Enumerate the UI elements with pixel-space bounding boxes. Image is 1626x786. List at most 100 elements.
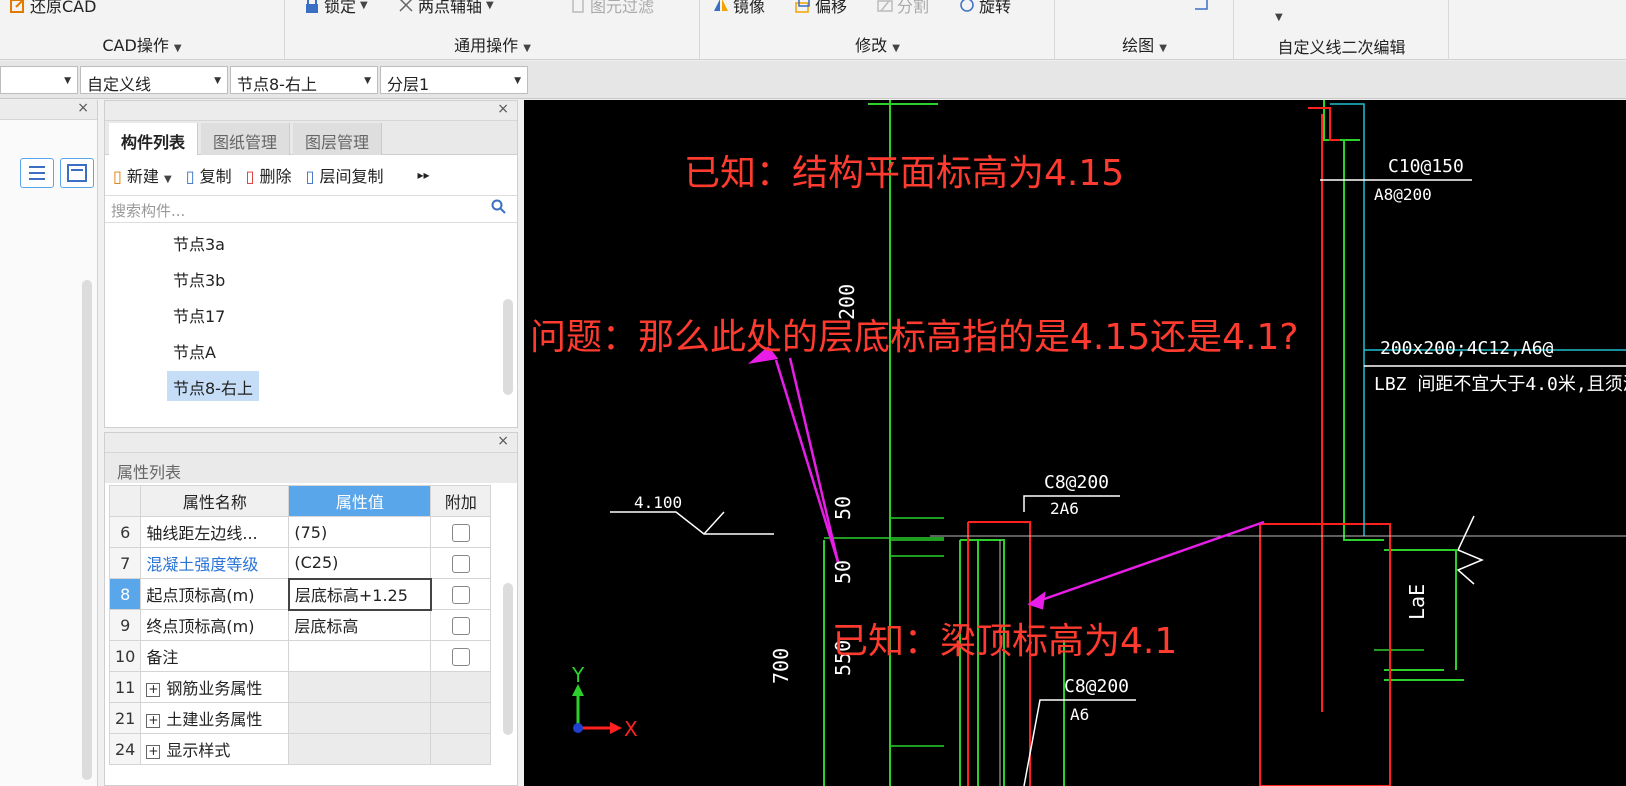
layer-selector[interactable]: 分层1 ▼ (380, 66, 528, 94)
row-value[interactable]: 层底标高 (288, 609, 432, 641)
draw-shape-button[interactable] (1194, 0, 1210, 16)
close-icon[interactable]: × (497, 433, 509, 449)
floor-copy-button[interactable]: ▯ 层间复制 (306, 163, 384, 187)
list-item-selected[interactable]: 节点8-右上 (167, 371, 259, 401)
row-value (288, 671, 432, 703)
lae-label: LaE (1405, 584, 1429, 620)
rectangle-icon (1194, 0, 1210, 13)
row-name: 混凝土强度等级 (140, 547, 290, 579)
restore-cad-button[interactable]: 还原CAD (10, 0, 96, 16)
group-title-cad-ops[interactable]: CAD操作 ▼ (0, 32, 284, 56)
extra-checkbox[interactable] (451, 616, 470, 635)
ribbon-group-common-ops: 锁定 ▼ 两点辅轴 ▼ 图元过滤 通用操作 ▼ (286, 0, 700, 60)
list-icon (29, 166, 45, 180)
component-tree-scrollbar[interactable] (503, 299, 513, 395)
mirror-icon (713, 0, 729, 13)
row-num: 21 (108, 702, 142, 734)
row-value[interactable] (288, 640, 432, 672)
extra-checkbox[interactable] (451, 554, 470, 573)
extra-checkbox[interactable] (451, 647, 470, 666)
header-num (108, 485, 142, 517)
detail-view-button[interactable] (60, 158, 94, 188)
lbz-note-label: LBZ 间距不宜大于4.0米,且须满足要求 (1374, 374, 1626, 395)
left-panel-header: × (0, 100, 97, 120)
chevron-down-icon: ▼ (892, 43, 900, 54)
row-extra (430, 609, 492, 641)
tab-drawing-management[interactable]: 图纸管理 (201, 123, 291, 155)
tab-component-list[interactable]: 构件列表 (109, 123, 199, 155)
cad-canvas[interactable]: C10@150 A8@200 200x200;4C12,A6@ LBZ 间距不宜… (524, 100, 1626, 786)
list-item[interactable]: 节点A (167, 335, 222, 365)
extra-checkbox[interactable] (452, 585, 471, 604)
form-icon (67, 164, 87, 182)
group-title-modify[interactable]: 修改 ▼ (701, 32, 1054, 56)
offset-button[interactable]: 偏移 (795, 0, 847, 16)
close-icon[interactable]: × (497, 101, 509, 117)
expand-icon[interactable]: + (146, 682, 161, 697)
row-name: + 钢筋业务属性 (140, 671, 290, 703)
chevron-down-icon: ▼ (1275, 11, 1283, 23)
extra-checkbox[interactable] (451, 523, 470, 542)
group-title-common-ops[interactable]: 通用操作 ▼ (286, 32, 699, 56)
header-value: 属性值 (288, 485, 432, 517)
first-selector[interactable]: ▼ (0, 66, 78, 94)
selector-bar: ▼ 自定义线 ▼ 节点8-右上 ▼ 分层1 ▼ (0, 61, 1626, 99)
stirrup-label: C8@200 (1044, 472, 1109, 493)
rebar-label: C10@150 (1388, 156, 1464, 177)
type-selector[interactable]: 自定义线 ▼ (80, 66, 228, 94)
rotate-button[interactable]: 旋转 (959, 0, 1011, 16)
chevron-down-icon: ▼ (214, 76, 221, 86)
row-value[interactable]: (75) (288, 516, 432, 548)
table-row[interactable]: 6 轴线距左边线... (75) (108, 516, 492, 548)
list-view-button[interactable] (20, 158, 54, 188)
cad-drawing: C10@150 A8@200 200x200;4C12,A6@ LBZ 间距不宜… (571, 100, 1626, 786)
chevron-down-icon: ▼ (164, 174, 172, 185)
component-search[interactable]: 搜索构件... (105, 195, 517, 223)
mirror-label: 镜像 (733, 0, 766, 16)
expand-icon[interactable]: + (146, 744, 161, 759)
axis-icon (398, 0, 414, 13)
list-item[interactable]: 节点3a (167, 227, 231, 257)
axis-y-label: Y (571, 663, 585, 687)
copy-button[interactable]: ▯ 复制 (186, 163, 232, 187)
split-button[interactable]: 分割 (877, 0, 929, 16)
expand-icon[interactable]: + (146, 713, 161, 728)
header-name: 属性名称 (140, 485, 290, 517)
offset-label: 偏移 (815, 0, 848, 16)
element-filter-button[interactable]: 图元过滤 (570, 0, 654, 16)
more-icon[interactable]: ▸▸ (417, 168, 429, 182)
mirror-button[interactable]: 镜像 (713, 0, 765, 16)
table-row[interactable]: 10 备注 (108, 640, 492, 672)
group-title-draw[interactable]: 绘图 ▼ (1056, 32, 1233, 56)
group-title-custom-line[interactable]: 自定义线二次编辑 (1235, 34, 1448, 58)
custom-line-dropdown[interactable]: ▼ (1275, 6, 1283, 28)
component-selector[interactable]: 节点8-右上 ▼ (230, 66, 378, 94)
tab-layer-management[interactable]: 图层管理 (293, 123, 383, 155)
stirrup-label: A6 (1070, 705, 1089, 724)
search-icon[interactable] (491, 199, 507, 219)
chevron-down-icon: ▼ (360, 0, 368, 11)
table-row-group[interactable]: 21 + 土建业务属性 (108, 702, 492, 734)
table-row[interactable]: 9 终点顶标高(m) 层底标高 (108, 609, 492, 641)
delete-button[interactable]: ▯ 删除 (246, 163, 292, 187)
table-row-selected[interactable]: 8 起点顶标高(m) 层底标高+1.25 (108, 577, 492, 611)
table-row-group[interactable]: 24 + 显示样式 (108, 733, 492, 765)
row-value[interactable]: (C25) (288, 547, 432, 579)
rebar-label: A8@200 (1374, 185, 1432, 204)
row-name: 备注 (140, 640, 290, 672)
row-value-editor[interactable]: 层底标高+1.25 (287, 577, 432, 611)
two-point-aux-button[interactable]: 两点辅轴 ▼ (398, 0, 494, 16)
ribbon-group-custom-line: ▼ 自定义线二次编辑 (1235, 0, 1449, 60)
table-row-group[interactable]: 11 + 钢筋业务属性 (108, 671, 492, 703)
elevation-label: 4.100 (634, 493, 682, 512)
property-panel: × 属性列表 属性名称 属性值 附加 6 轴线距左边线... (75) 7 混凝… (104, 432, 518, 786)
lock-button[interactable]: 锁定 ▼ (304, 0, 368, 16)
list-item[interactable]: 节点17 (167, 299, 231, 329)
close-icon[interactable]: × (77, 100, 89, 116)
search-input[interactable]: 搜索构件... (111, 202, 185, 220)
property-panel-scrollbar[interactable] (503, 583, 513, 735)
list-item[interactable]: 节点3b (167, 263, 231, 293)
left-panel-scrollbar[interactable] (82, 280, 92, 780)
new-button[interactable]: ▯ 新建 ▼ (113, 163, 172, 187)
table-row[interactable]: 7 混凝土强度等级 (C25) (108, 547, 492, 579)
